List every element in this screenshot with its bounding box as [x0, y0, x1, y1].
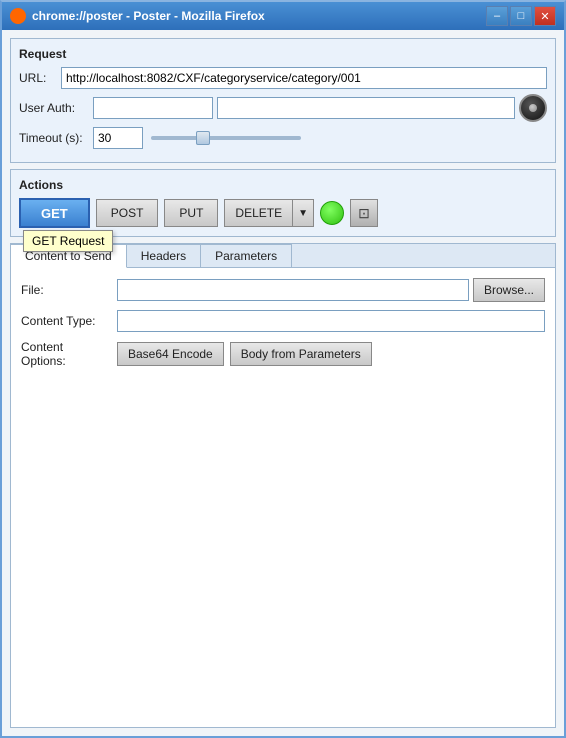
- content-type-row: Content Type:: [21, 310, 545, 332]
- slider-thumb[interactable]: [196, 131, 210, 145]
- maximize-button[interactable]: □: [510, 6, 532, 26]
- content-options-label: Content Options:: [21, 340, 111, 368]
- user-auth-label: User Auth:: [19, 101, 89, 115]
- status-indicator: [320, 201, 344, 225]
- content-type-input[interactable]: [117, 310, 545, 332]
- username-input[interactable]: [93, 97, 213, 119]
- window-title: chrome://poster - Poster - Mozilla Firef…: [32, 9, 486, 23]
- timeout-slider-container: [147, 136, 547, 140]
- delete-dropdown-button[interactable]: ▼: [292, 199, 314, 227]
- timeout-slider[interactable]: [151, 136, 301, 140]
- file-label: File:: [21, 283, 111, 297]
- timeout-input[interactable]: [93, 127, 143, 149]
- tab-headers[interactable]: Headers: [127, 244, 201, 267]
- content-options-row: Content Options: Base64 Encode Body from…: [21, 340, 545, 368]
- body-from-parameters-button[interactable]: Body from Parameters: [230, 342, 372, 366]
- request-section: Request URL: User Auth: Timeout (s):: [10, 38, 556, 163]
- firefox-icon: [10, 8, 26, 24]
- auth-icon-button[interactable]: [519, 94, 547, 122]
- file-input[interactable]: [117, 279, 469, 301]
- title-bar: chrome://poster - Poster - Mozilla Firef…: [2, 2, 564, 30]
- tab-content-panel: File: Browse... Content Type: Content Op…: [11, 268, 555, 727]
- actions-row: GET POST PUT DELETE ▼ ⊡ GET Request: [19, 198, 547, 228]
- delete-button[interactable]: DELETE: [224, 199, 292, 227]
- close-button[interactable]: ✕: [534, 6, 556, 26]
- tab-parameters[interactable]: Parameters: [201, 244, 292, 267]
- content-type-label: Content Type:: [21, 314, 111, 328]
- timeout-row: Timeout (s):: [19, 127, 547, 149]
- url-row: URL:: [19, 67, 547, 89]
- toggle-button[interactable]: ⊡: [350, 199, 378, 227]
- actions-section: Actions GET POST PUT DELETE ▼ ⊡ GET Requ…: [10, 169, 556, 237]
- url-input[interactable]: [61, 67, 547, 89]
- main-content: Request URL: User Auth: Timeout (s):: [2, 30, 564, 736]
- minimize-button[interactable]: –: [486, 6, 508, 26]
- user-auth-row: User Auth:: [19, 94, 547, 122]
- get-button[interactable]: GET: [19, 198, 90, 228]
- timeout-label: Timeout (s):: [19, 131, 89, 145]
- file-input-area: Browse...: [117, 278, 545, 302]
- url-label: URL:: [19, 71, 57, 85]
- app-window: chrome://poster - Poster - Mozilla Firef…: [0, 0, 566, 738]
- get-tooltip: GET Request: [23, 230, 113, 252]
- delete-button-group: DELETE ▼: [224, 199, 314, 227]
- post-button[interactable]: POST: [96, 199, 159, 227]
- password-input[interactable]: [217, 97, 515, 119]
- browse-button[interactable]: Browse...: [473, 278, 545, 302]
- window-controls: – □ ✕: [486, 6, 556, 26]
- put-button[interactable]: PUT: [164, 199, 218, 227]
- base64-encode-button[interactable]: Base64 Encode: [117, 342, 224, 366]
- file-row: File: Browse...: [21, 278, 545, 302]
- request-section-title: Request: [19, 47, 547, 61]
- actions-section-title: Actions: [19, 178, 547, 192]
- tabs-section: Content to Send Headers Parameters File:…: [10, 243, 556, 728]
